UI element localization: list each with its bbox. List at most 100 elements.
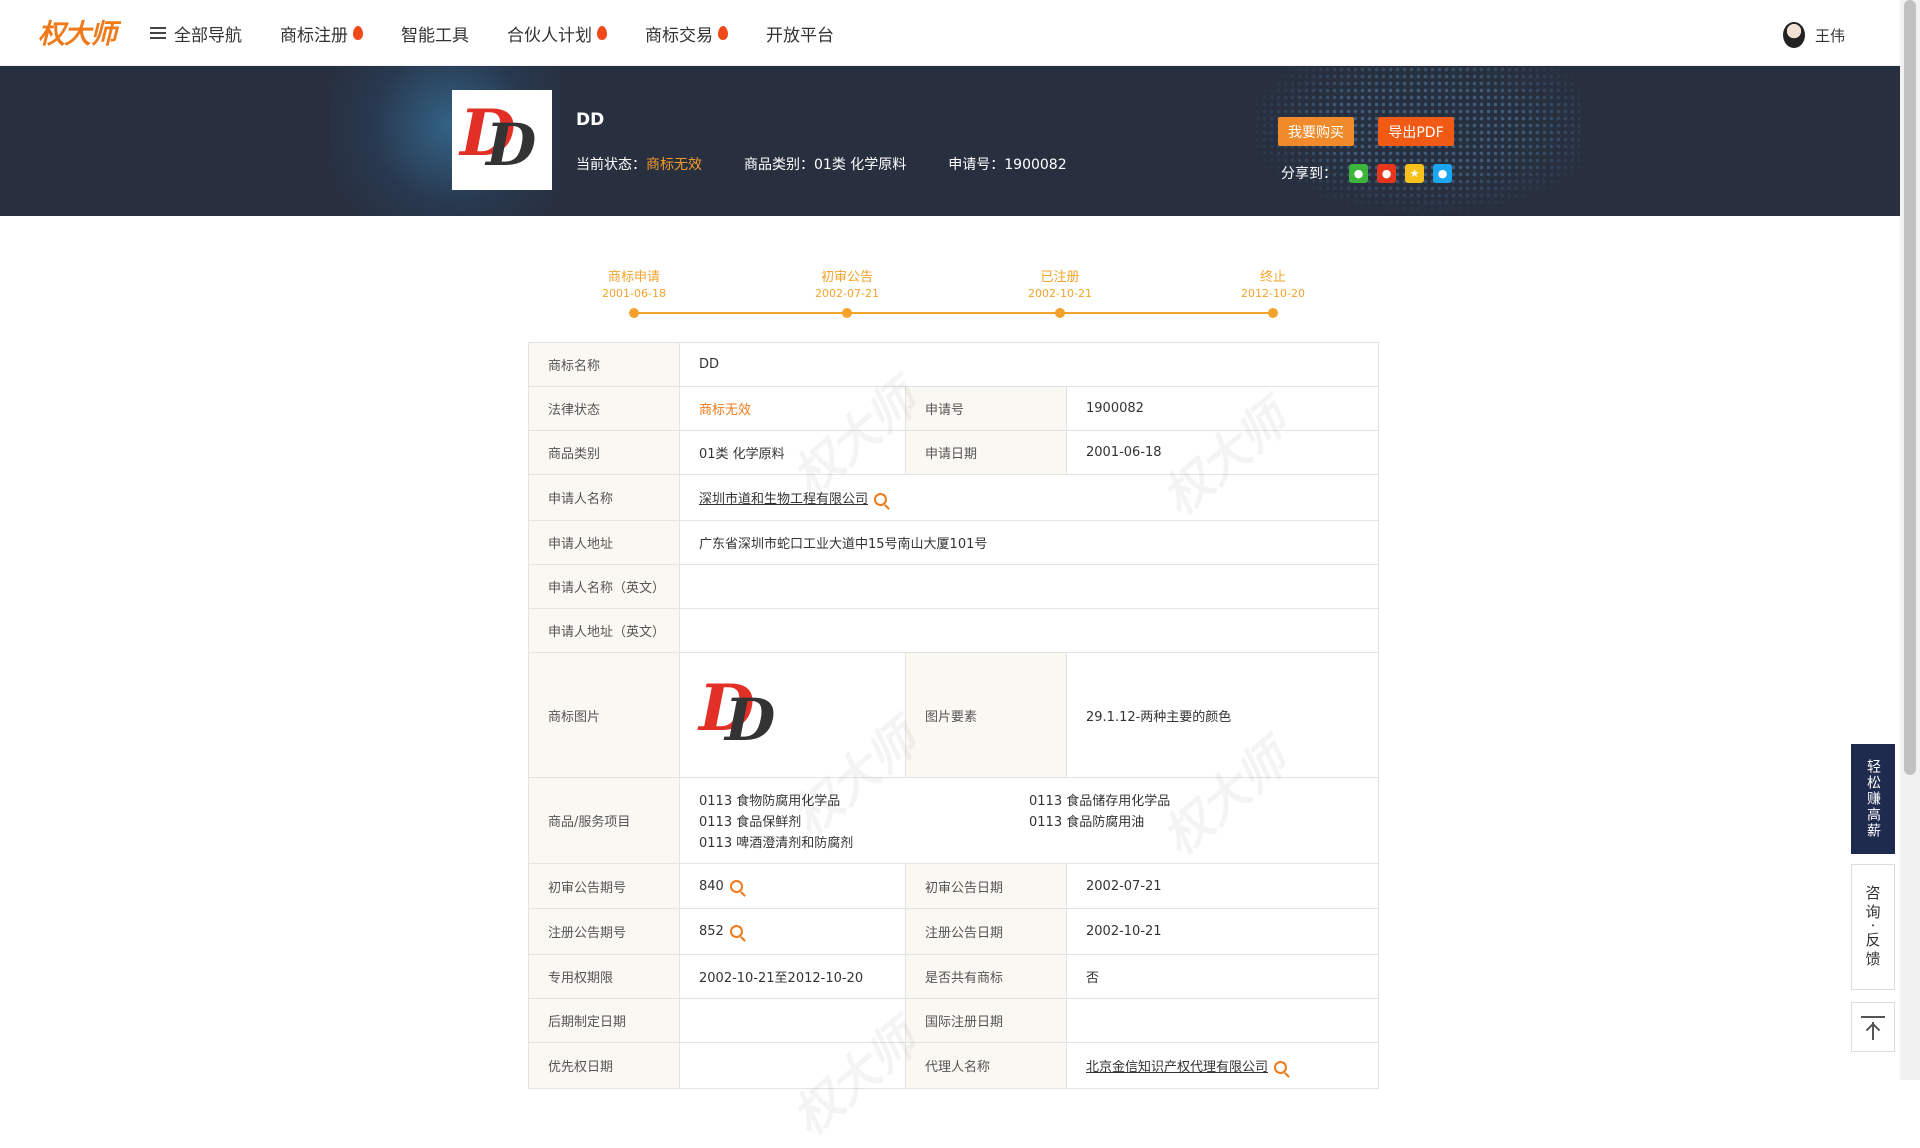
- export-pdf-button[interactable]: 导出PDF: [1378, 117, 1454, 146]
- nav-item-open-platform[interactable]: 开放平台: [766, 21, 834, 46]
- timeline-step-label: 已注册: [1040, 270, 1080, 285]
- nav-menu: 全部导航 商标注册 智能工具 合伙人计划 商标交易 开放平台: [150, 0, 872, 66]
- field-label: 申请日期: [905, 430, 1067, 475]
- field-value: 2002-10-21至2012-10-20: [679, 954, 906, 999]
- share-label: 分享到：: [1281, 166, 1337, 182]
- trademark-thumbnail: D D: [452, 90, 552, 190]
- search-icon[interactable]: [729, 925, 743, 938]
- buy-button[interactable]: 我要购买: [1278, 117, 1354, 146]
- timeline-step-label: 终止: [1259, 270, 1286, 285]
- field-label: 商标图片: [528, 652, 680, 778]
- field-value: 01类 化学原料: [679, 430, 906, 475]
- wechat-icon[interactable]: ●: [1349, 163, 1368, 183]
- field-label: 法律状态: [528, 386, 680, 431]
- table-row: 初审公告期号 840 初审公告日期 2002-07-21: [528, 863, 1379, 909]
- search-icon[interactable]: [729, 879, 743, 893]
- site-logo[interactable]: 权大师: [38, 12, 118, 52]
- field-label: 申请人名称: [528, 474, 680, 521]
- table-row: 法律状态 商标无效 申请号 1900082: [528, 386, 1379, 431]
- table-row: 申请人名称（英文）: [528, 564, 1379, 609]
- field-value: 深圳市道和生物工程有限公司: [679, 474, 1379, 521]
- field-label: 优先权日期: [528, 1042, 680, 1089]
- table-row: 优先权日期 代理人名称 北京金信知识产权代理有限公司: [528, 1042, 1379, 1089]
- timeline-dot: [1268, 308, 1278, 318]
- category-field: 商品类别：01类 化学原料: [744, 157, 907, 173]
- user-menu[interactable]: 王伟: [1782, 22, 1845, 48]
- status-timeline: 商标申请 2001-06-18 初审公告 2002-07-21 已注册 2002…: [600, 266, 1305, 326]
- nav-item-smart-tools[interactable]: 智能工具: [401, 21, 469, 46]
- nav-item-partner-plan[interactable]: 合伙人计划: [507, 21, 607, 46]
- nav-item-label: 合伙人计划: [507, 25, 592, 46]
- field-label: 商品类别: [528, 430, 680, 475]
- timeline-step-date: 2002-10-21: [1028, 287, 1092, 300]
- field-value: 否: [1066, 954, 1379, 999]
- nav-item-all[interactable]: 全部导航: [150, 21, 242, 46]
- field-value: DD: [679, 342, 1379, 387]
- fire-icon: [597, 26, 607, 40]
- nav-item-trademark-register[interactable]: 商标注册: [280, 21, 363, 46]
- field-label: 申请人地址（英文）: [528, 608, 680, 653]
- table-row: 申请人地址（英文）: [528, 608, 1379, 653]
- status-field: 当前状态：商标无效: [576, 154, 702, 174]
- goods-list: 0113 食物防腐用化学品 0113 食品储存用化学品 0113 食品保鲜剂 0…: [699, 778, 1359, 863]
- timeline-step-date: 2001-06-18: [602, 287, 666, 300]
- nav-item-label: 商标注册: [280, 25, 348, 46]
- consult-feedback-button[interactable]: 咨询·反馈: [1851, 864, 1895, 990]
- field-value: 852: [679, 908, 906, 955]
- applicant-link[interactable]: 深圳市道和生物工程有限公司: [699, 492, 868, 507]
- table-row: 申请人名称 深圳市道和生物工程有限公司: [528, 474, 1379, 521]
- field-label: 申请人地址: [528, 520, 680, 565]
- nav-item-label: 开放平台: [766, 25, 834, 46]
- timeline-step-date: 2012-10-20: [1241, 287, 1305, 300]
- qq-icon[interactable]: ●: [1433, 163, 1452, 183]
- table-row: 注册公告期号 852 注册公告日期 2002-10-21: [528, 908, 1379, 955]
- logo-letter-black: D: [725, 686, 776, 754]
- earn-high-salary-button[interactable]: 轻松赚高薪: [1851, 744, 1895, 854]
- search-icon[interactable]: [1274, 1061, 1288, 1074]
- qzone-icon[interactable]: ★: [1405, 163, 1424, 183]
- field-value: [1066, 998, 1379, 1043]
- scrollbar-thumb[interactable]: [1904, 0, 1916, 775]
- prelim-issue-number: 840: [699, 878, 724, 894]
- share-bar: 分享到： ● ● ★ ●: [1281, 163, 1452, 183]
- field-value: [679, 608, 1379, 653]
- timeline-step-label: 初审公告: [820, 270, 873, 285]
- reg-issue-number: 852: [699, 924, 724, 939]
- status-label: 当前状态：: [576, 157, 646, 173]
- search-icon[interactable]: [874, 493, 888, 506]
- table-row: 申请人地址 广东省深圳市蛇口工业大道中15号南山大厦101号: [528, 520, 1379, 565]
- table-row: 商品/服务项目 0113 食物防腐用化学品 0113 食品储存用化学品 0113…: [528, 777, 1379, 864]
- page-scrollbar[interactable]: [1900, 0, 1920, 1080]
- field-label: 专用权期限: [528, 954, 680, 999]
- trademark-image: D D: [699, 673, 783, 757]
- trademark-logo: D D: [460, 98, 544, 182]
- timeline-step-label: 商标申请: [607, 270, 660, 285]
- field-label: 图片要素: [905, 652, 1067, 778]
- menu-icon: [150, 26, 166, 40]
- table-row: 商品类别 01类 化学原料 申请日期 2001-06-18: [528, 430, 1379, 475]
- trademark-meta: 当前状态：商标无效 商品类别：01类 化学原料 申请号：1900082: [576, 154, 1109, 174]
- nav-item-trademark-trade[interactable]: 商标交易: [645, 21, 728, 46]
- field-label: 商品/服务项目: [528, 777, 680, 864]
- goods-item: 0113 食品储存用化学品: [1029, 794, 1171, 809]
- field-value: 2002-07-21: [1066, 863, 1379, 909]
- field-value: 1900082: [1066, 386, 1379, 431]
- fire-icon: [718, 26, 728, 40]
- nav-item-label: 全部导航: [174, 25, 242, 46]
- field-value: 2002-10-21: [1066, 908, 1379, 955]
- goods-item: 0113 食品防腐用油: [1029, 815, 1145, 830]
- field-value: 广东省深圳市蛇口工业大道中15号南山大厦101号: [679, 520, 1379, 565]
- back-to-top-button[interactable]: [1851, 1002, 1895, 1052]
- trademark-title: DD: [576, 110, 605, 130]
- agent-link[interactable]: 北京金信知识产权代理有限公司: [1086, 1060, 1268, 1075]
- weibo-icon[interactable]: ●: [1377, 163, 1396, 183]
- timeline-step-date: 2002-07-21: [815, 287, 879, 300]
- trademark-image-cell: D D: [679, 652, 906, 778]
- goods-item: 0113 食物防腐用化学品: [699, 794, 841, 809]
- timeline-dot: [1055, 308, 1065, 318]
- timeline-step-terminated: 终止 2012-10-20: [1223, 266, 1323, 300]
- nav-item-label: 智能工具: [401, 25, 469, 46]
- field-label: 申请号: [905, 386, 1067, 431]
- top-nav: 权大师 全部导航 商标注册 智能工具 合伙人计划 商标交易 开放平台 王伟: [0, 0, 1900, 66]
- field-value: [679, 1042, 906, 1089]
